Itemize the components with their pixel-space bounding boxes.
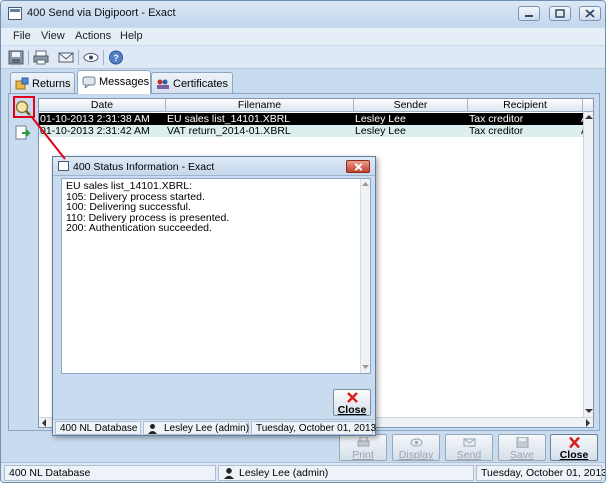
minimize-button[interactable] bbox=[518, 6, 540, 21]
col-recipient[interactable]: Recipient bbox=[468, 99, 583, 112]
maximize-icon bbox=[555, 9, 565, 18]
dialog-status-user: Lesley Lee (admin) bbox=[143, 421, 249, 435]
scroll-up-icon[interactable] bbox=[585, 114, 593, 120]
display-button[interactable]: Display bbox=[392, 434, 440, 461]
status-text-scrollbar[interactable] bbox=[360, 179, 370, 373]
table-row[interactable]: 01-10-2013 2:31:42 AM VAT return_2014-01… bbox=[39, 125, 593, 137]
dialog-close-x-button[interactable] bbox=[346, 160, 370, 173]
maximize-button[interactable] bbox=[549, 6, 571, 21]
svg-text:?: ? bbox=[113, 53, 119, 63]
preview-icon[interactable] bbox=[82, 49, 100, 66]
save-button[interactable]: Save bbox=[498, 434, 546, 461]
status-info-dialog: 400 Status Information - Exact EU sales … bbox=[52, 156, 376, 436]
col-sender[interactable]: Sender bbox=[354, 99, 468, 112]
window-title: 400 Send via Digipoort - Exact bbox=[27, 7, 176, 19]
scroll-left-icon[interactable] bbox=[41, 419, 47, 427]
dialog-status-date: Tuesday, October 01, 2013 bbox=[251, 421, 376, 435]
user-icon bbox=[148, 424, 157, 434]
status-database: 400 NL Database bbox=[4, 465, 216, 481]
status-bar: 400 NL Database Lesley Lee (admin) Tuesd… bbox=[1, 462, 605, 482]
close-x-icon bbox=[569, 437, 580, 448]
cell-date: 01-10-2013 2:31:38 AM bbox=[40, 113, 150, 125]
close-icon bbox=[585, 9, 595, 18]
user-icon bbox=[224, 468, 234, 479]
title-bar[interactable]: 400 Send via Digipoort - Exact bbox=[1, 1, 605, 27]
cell-recipient: Tax creditor bbox=[469, 113, 524, 125]
status-line: 100: Delivering successful. bbox=[66, 201, 191, 213]
send-button[interactable]: Send bbox=[445, 434, 493, 461]
email-icon[interactable] bbox=[57, 49, 75, 66]
app-window-icon bbox=[8, 7, 22, 20]
table-row[interactable]: 01-10-2013 2:31:38 AM EU sales list_1410… bbox=[39, 113, 593, 125]
grid-header: Date Filename Sender Recipient bbox=[39, 99, 593, 112]
dialog-window-icon bbox=[58, 161, 69, 171]
status-user: Lesley Lee (admin) bbox=[218, 465, 474, 481]
cell-date: 01-10-2013 2:31:42 AM bbox=[40, 125, 150, 137]
status-text-box[interactable]: EU sales list_14101.XBRL: 105: Delivery … bbox=[61, 178, 371, 374]
dialog-close-button[interactable]: Close bbox=[333, 389, 371, 416]
side-action-strip bbox=[12, 97, 36, 417]
magnify-highlight-box bbox=[13, 96, 35, 118]
tab-returns[interactable]: Returns bbox=[10, 72, 75, 93]
menu-actions[interactable]: Actions bbox=[75, 30, 111, 42]
print-button[interactable]: Print bbox=[339, 434, 387, 461]
status-date: Tuesday, October 01, 2013 bbox=[476, 465, 605, 481]
certificates-icon bbox=[157, 79, 169, 89]
eye-icon bbox=[410, 438, 423, 447]
menu-bar: File View Actions Help bbox=[1, 28, 605, 45]
status-line: EU sales list_14101.XBRL: bbox=[66, 180, 193, 192]
dialog-title: 400 Status Information - Exact bbox=[73, 161, 215, 173]
dialog-status-bar: 400 NL Database Lesley Lee (admin) Tuesd… bbox=[53, 419, 376, 435]
cell-sender: Lesley Lee bbox=[355, 113, 406, 125]
print-icon[interactable] bbox=[32, 49, 50, 66]
scroll-down-icon[interactable] bbox=[585, 408, 593, 414]
export-icon[interactable] bbox=[14, 124, 32, 142]
send-icon bbox=[463, 438, 476, 447]
cell-filename: EU sales list_14101.XBRL bbox=[167, 113, 291, 125]
menu-help[interactable]: Help bbox=[120, 30, 143, 42]
scroll-up-icon[interactable] bbox=[362, 181, 369, 186]
col-date[interactable]: Date bbox=[39, 99, 166, 112]
tab-strip: Returns Messages Certificates bbox=[1, 69, 605, 94]
cell-recipient: Tax creditor bbox=[469, 125, 524, 137]
col-filename[interactable]: Filename bbox=[166, 99, 354, 112]
window-close-button[interactable] bbox=[579, 6, 601, 21]
scroll-down-icon[interactable] bbox=[362, 365, 369, 370]
scroll-right-icon[interactable] bbox=[585, 419, 591, 427]
action-button-row: Print Display Send Save Close bbox=[1, 433, 605, 461]
dialog-title-bar[interactable]: 400 Status Information - Exact bbox=[53, 157, 375, 176]
help-icon[interactable]: ? bbox=[107, 49, 125, 66]
save-icon[interactable] bbox=[7, 49, 25, 66]
toolbar: ? bbox=[1, 46, 605, 69]
cell-sender: Lesley Lee bbox=[355, 125, 406, 137]
tab-messages[interactable]: Messages bbox=[77, 70, 151, 94]
printer-icon bbox=[357, 437, 370, 447]
grid-vertical-scrollbar[interactable] bbox=[583, 112, 593, 418]
close-x-icon bbox=[347, 392, 358, 403]
menu-view[interactable]: View bbox=[41, 30, 65, 42]
dialog-status-database: 400 NL Database bbox=[55, 421, 141, 435]
menu-file[interactable]: File bbox=[13, 30, 31, 42]
cell-filename: VAT return_2014-01.XBRL bbox=[167, 125, 291, 137]
save-icon bbox=[516, 437, 529, 448]
status-line: 200: Authentication succeeded. bbox=[66, 222, 212, 234]
close-button[interactable]: Close bbox=[550, 434, 598, 461]
tab-certificates[interactable]: Certificates bbox=[151, 72, 233, 93]
returns-icon bbox=[15, 77, 29, 90]
messages-icon bbox=[82, 76, 96, 88]
main-window: 400 Send via Digipoort - Exact File View… bbox=[0, 0, 606, 483]
minimize-icon bbox=[525, 15, 533, 17]
